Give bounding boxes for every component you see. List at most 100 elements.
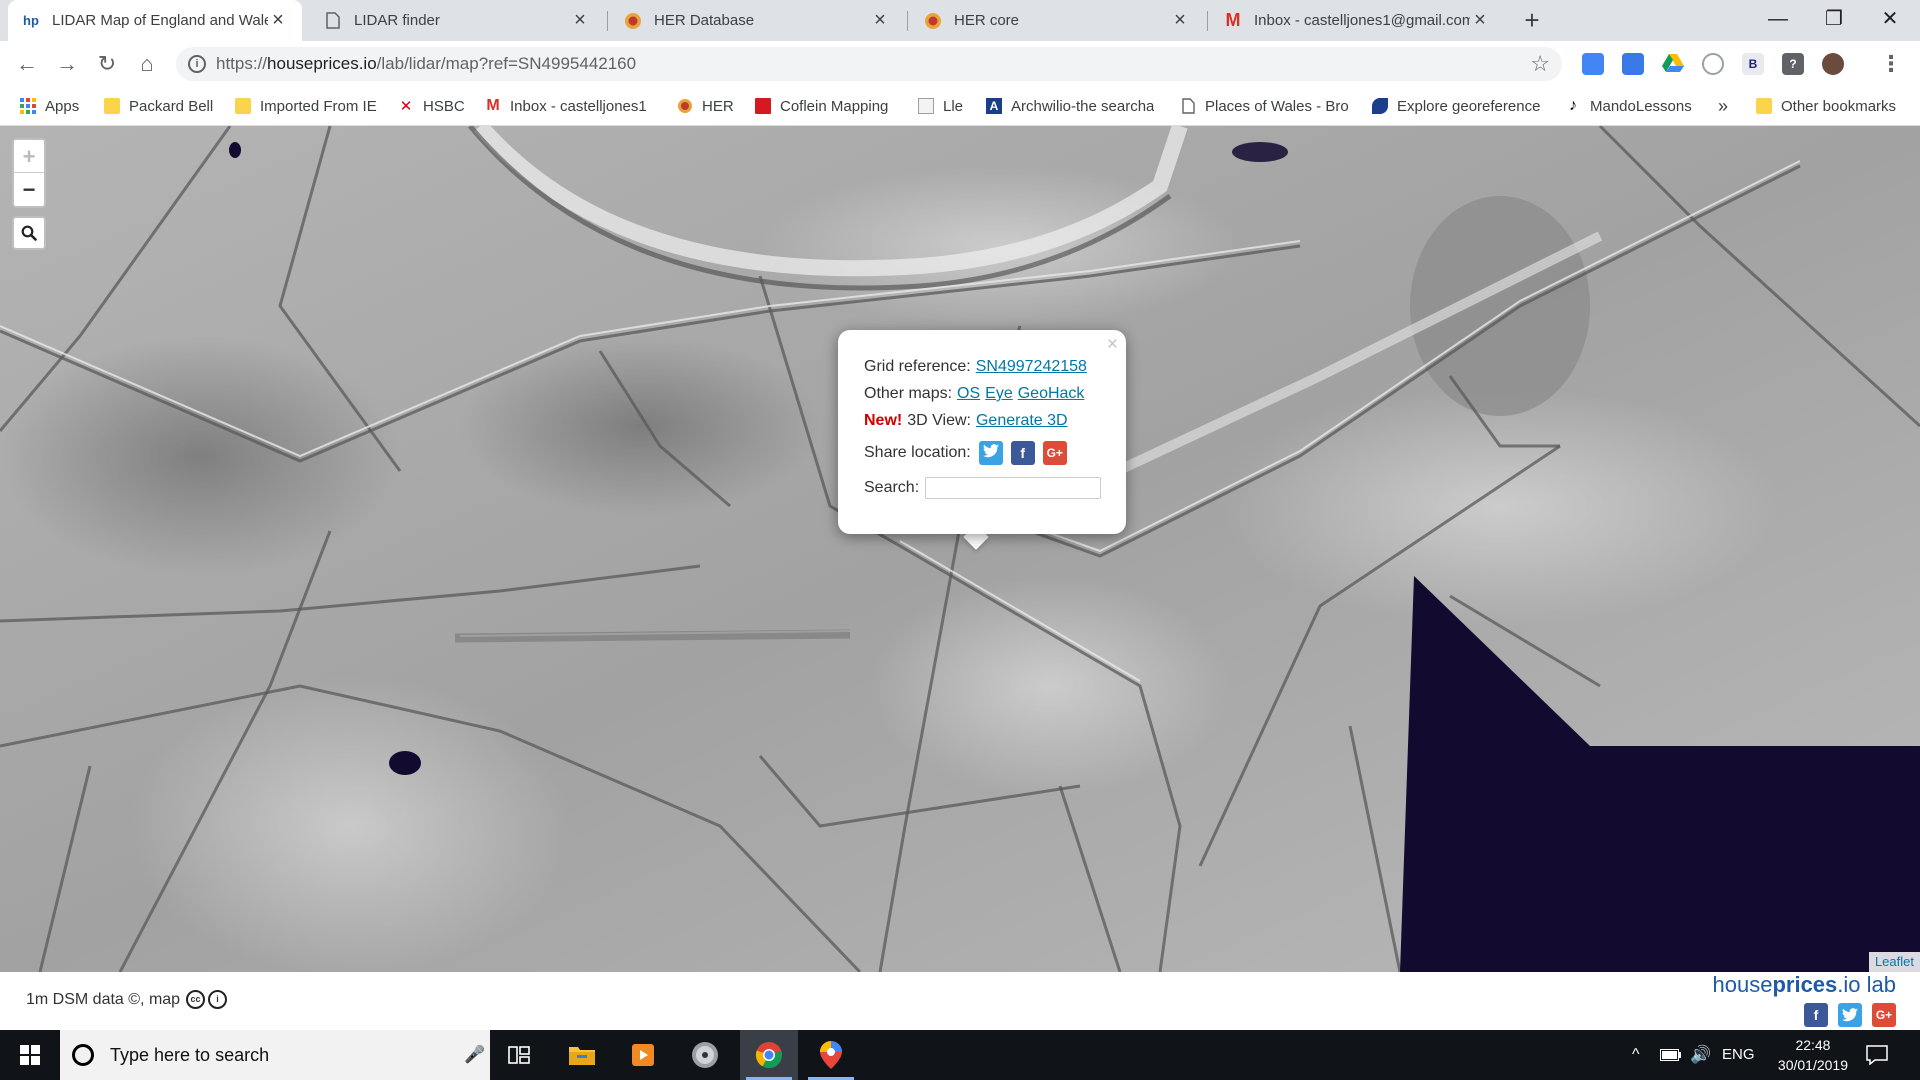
show-hidden-icons[interactable]: ^ [1632, 1030, 1640, 1080]
facebook-share-icon[interactable]: f [1010, 441, 1035, 465]
twitter-share-icon[interactable] [978, 441, 1003, 465]
site-info-icon[interactable]: i [188, 55, 206, 73]
zoom-out-button[interactable]: − [14, 173, 44, 206]
volume-icon[interactable]: 🔊 [1690, 1030, 1711, 1080]
window-close-button[interactable]: ✕ [1862, 0, 1918, 41]
leaflet-attribution-link[interactable]: Leaflet [1868, 952, 1920, 972]
bookmark-gmail-inbox[interactable]: M Inbox - castelljones1 [485, 87, 657, 125]
address-bar[interactable]: i https://houseprices.io/lab/lidar/map?r… [176, 47, 1562, 81]
coflein-icon [755, 98, 771, 114]
close-icon[interactable]: × [870, 9, 890, 32]
bookmark-other-bookmarks[interactable]: Other bookmarks [1756, 87, 1916, 125]
microphone-icon[interactable]: 🎤 [460, 1045, 490, 1065]
bookmark-imported-from-ie[interactable]: Imported From IE [235, 87, 385, 125]
tab-gmail-inbox[interactable]: M Inbox - castelljones1@gmail.com × [1210, 0, 1504, 41]
hsbc-icon: ✕ [399, 98, 413, 115]
extension-circle-icon[interactable] [1702, 53, 1724, 75]
attribution-icon[interactable]: i [208, 990, 228, 1009]
creative-commons-icon[interactable]: cc [186, 990, 206, 1009]
extension-b-icon[interactable]: B [1742, 53, 1764, 75]
tab-lidar-finder[interactable]: LIDAR finder × [310, 0, 604, 41]
maps-pin-icon[interactable] [802, 1030, 860, 1080]
bookmark-mandolessons[interactable]: ♪ MandoLessons [1565, 87, 1695, 125]
popup-close-icon[interactable]: × [1107, 334, 1118, 356]
minimize-button[interactable]: — [1750, 0, 1806, 41]
houseprices-lab-logo[interactable]: houseprices.io lab [1713, 972, 1897, 998]
taskbar-clock[interactable]: 22:48 30/01/2019 [1778, 1035, 1848, 1075]
bookmark-apps[interactable]: Apps [20, 87, 90, 125]
close-icon[interactable]: × [570, 9, 590, 32]
her-logo-icon [924, 12, 942, 30]
maximize-button[interactable]: ❐ [1806, 0, 1862, 41]
bookmark-hsbc[interactable]: ✕ HSBC [398, 87, 468, 125]
map-search-button[interactable] [12, 216, 46, 250]
forward-button[interactable]: → [52, 49, 82, 79]
address-url[interactable]: https://houseprices.io/lab/lidar/map?ref… [216, 54, 636, 74]
home-button[interactable]: ⌂ [132, 49, 162, 79]
back-button[interactable]: ← [12, 49, 42, 79]
grid-reference-link[interactable]: SN4997242158 [976, 358, 1087, 376]
bookmark-her[interactable]: HER [677, 87, 737, 125]
close-icon[interactable]: × [1470, 9, 1490, 32]
media-player-icon[interactable] [614, 1030, 672, 1080]
facebook-icon[interactable]: f [1804, 1003, 1828, 1027]
taskbar-search-box[interactable]: Type here to search 🎤 [60, 1030, 490, 1080]
close-icon[interactable]: × [1170, 9, 1190, 32]
bookmark-places-of-wales[interactable]: Places of Wales - Bro [1180, 87, 1350, 125]
twitter-icon[interactable] [1838, 1003, 1862, 1027]
geohack-map-link[interactable]: GeoHack [1018, 385, 1085, 403]
google-plus-icon[interactable]: G+ [1872, 1003, 1896, 1027]
bookmark-lle[interactable]: Lle [918, 87, 968, 125]
houseprices-icon: hp [23, 13, 39, 28]
extension-drive-icon[interactable] [1662, 53, 1684, 75]
language-indicator[interactable]: ENG [1722, 1030, 1755, 1080]
gmail-icon: M [486, 97, 500, 114]
generate-3d-link[interactable]: Generate 3D [976, 412, 1068, 430]
tab-title: HER core [954, 12, 1020, 29]
reload-button[interactable]: ↻ [92, 49, 122, 79]
folder-icon [104, 98, 120, 114]
music-note-icon: ♪ [1569, 97, 1577, 114]
popup-search-row: Search: [864, 477, 1102, 499]
chrome-menu-icon[interactable]: ⋮ [1876, 49, 1906, 79]
os-map-link[interactable]: OS [957, 385, 980, 403]
zoom-control: + − [12, 138, 46, 208]
grid-reference-row: Grid reference: SN4997242158 [864, 358, 1087, 376]
share-location-label: Share location: [864, 444, 971, 461]
popup-search-input[interactable] [925, 477, 1102, 499]
bookmark-archwilio[interactable]: A Archwilio-the searcha [986, 87, 1156, 125]
google-plus-share-icon[interactable]: G+ [1042, 441, 1067, 465]
bookmark-explore-georeference[interactable]: Explore georeference [1372, 87, 1542, 125]
bookmark-label: Coflein Mapping [780, 97, 889, 115]
tab-her-core[interactable]: HER core × [910, 0, 1204, 41]
zoom-in-button[interactable]: + [14, 140, 44, 173]
extension-calendar-icon[interactable] [1582, 53, 1604, 75]
bookmark-star-icon[interactable]: ☆ [1530, 51, 1550, 77]
tab-lidar-map[interactable]: hp LIDAR Map of England and Wale × [8, 0, 302, 41]
tab-separator [1207, 11, 1208, 31]
disc-app-icon[interactable] [676, 1030, 734, 1080]
file-explorer-icon[interactable] [553, 1030, 611, 1080]
start-button[interactable] [0, 1030, 60, 1080]
bookmark-packard-bell[interactable]: Packard Bell [104, 87, 220, 125]
action-center-icon[interactable] [1866, 1030, 1888, 1080]
bookmark-coflein-mapping[interactable]: Coflein Mapping [755, 87, 900, 125]
bookmark-label: Explore georeference [1397, 97, 1541, 115]
bookmarks-overflow-button[interactable]: » [1718, 87, 1738, 125]
battery-icon[interactable] [1660, 1030, 1682, 1080]
her-logo-icon [624, 12, 642, 30]
new-tab-button[interactable]: + [1517, 5, 1547, 35]
other-maps-row: Other maps: OS Eye GeoHack [864, 385, 1084, 403]
explore-icon [1372, 98, 1388, 114]
eye-map-link[interactable]: Eye [985, 385, 1013, 403]
tab-her-database[interactable]: HER Database × [610, 0, 904, 41]
profile-avatar[interactable] [1822, 53, 1844, 75]
windows-logo-icon [20, 1045, 40, 1065]
brand-prefix: house [1712, 972, 1773, 997]
extension-help-icon[interactable]: ? [1782, 53, 1804, 75]
close-icon[interactable]: × [268, 9, 288, 32]
task-view-icon[interactable] [490, 1030, 548, 1080]
lidar-map[interactable]: + − Leaflet [0, 126, 1920, 972]
extension-translate-icon[interactable] [1622, 53, 1644, 75]
chrome-taskbar-icon[interactable] [740, 1030, 798, 1080]
